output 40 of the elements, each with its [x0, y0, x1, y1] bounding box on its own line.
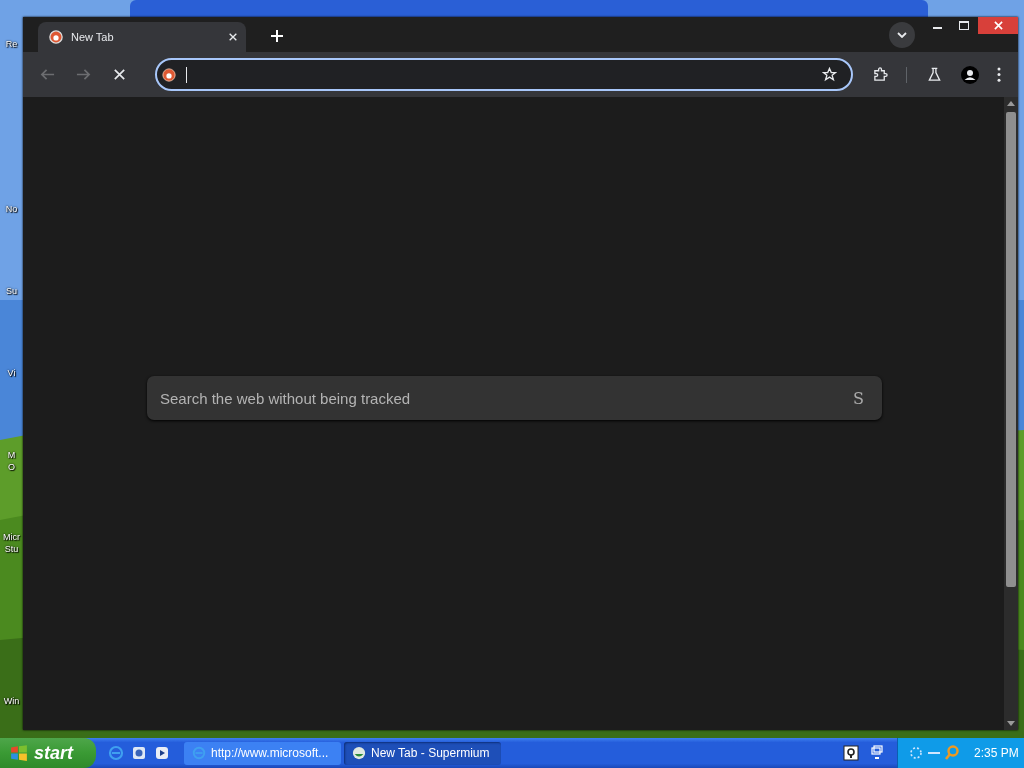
search-field[interactable]: Search the web without being tracked S	[147, 376, 882, 420]
search-button[interactable]: S	[853, 388, 864, 408]
down-arrow-icon[interactable]	[1007, 721, 1015, 726]
desktop-icon-label: No	[4, 203, 19, 215]
scrollbar[interactable]	[1004, 97, 1018, 730]
puzzle-icon[interactable]	[873, 67, 888, 82]
desktop-icon-label: M O	[6, 449, 17, 473]
profile-icon[interactable]	[961, 65, 979, 84]
start-button[interactable]: start	[0, 738, 96, 768]
close-icon[interactable]	[228, 32, 238, 42]
scrollbar-thumb[interactable]	[1006, 112, 1016, 587]
windows-logo-icon	[10, 744, 28, 762]
address-bar[interactable]	[155, 58, 853, 91]
desktop-icon-label: Vi	[6, 367, 17, 379]
media-icon[interactable]	[131, 745, 147, 761]
taskbar-button[interactable]: http://www.microsoft...	[184, 741, 341, 765]
close-icon	[993, 21, 1003, 30]
up-arrow-icon[interactable]	[1007, 101, 1015, 106]
stop-icon[interactable]	[112, 67, 127, 82]
globe-e-icon	[192, 746, 206, 760]
tab-search-button[interactable]	[889, 22, 915, 48]
browser-tab[interactable]: New Tab	[38, 22, 246, 52]
plus-icon[interactable]	[270, 29, 284, 43]
duck-icon	[162, 67, 176, 82]
globe-icon	[352, 746, 366, 760]
taskbar-button[interactable]: New Tab - Supermium	[344, 741, 501, 765]
desktop-icon-label: Su	[5, 285, 18, 297]
flask-icon[interactable]	[927, 67, 942, 82]
star-icon[interactable]	[822, 67, 837, 82]
play-icon[interactable]	[154, 745, 170, 761]
windows-stack-icon[interactable]	[871, 745, 883, 761]
desktop-icon-label: Re	[4, 38, 19, 50]
clock: 2:35 PM	[974, 746, 1019, 760]
desktop-icon-label: Micr Stu	[2, 531, 21, 555]
close-button[interactable]	[978, 17, 1018, 34]
help-icon[interactable]	[843, 745, 859, 761]
menu-icon[interactable]	[997, 67, 1001, 82]
desktop-icon-label: Win	[2, 695, 21, 707]
chevron-icon	[897, 32, 907, 38]
duck-icon	[49, 30, 63, 44]
